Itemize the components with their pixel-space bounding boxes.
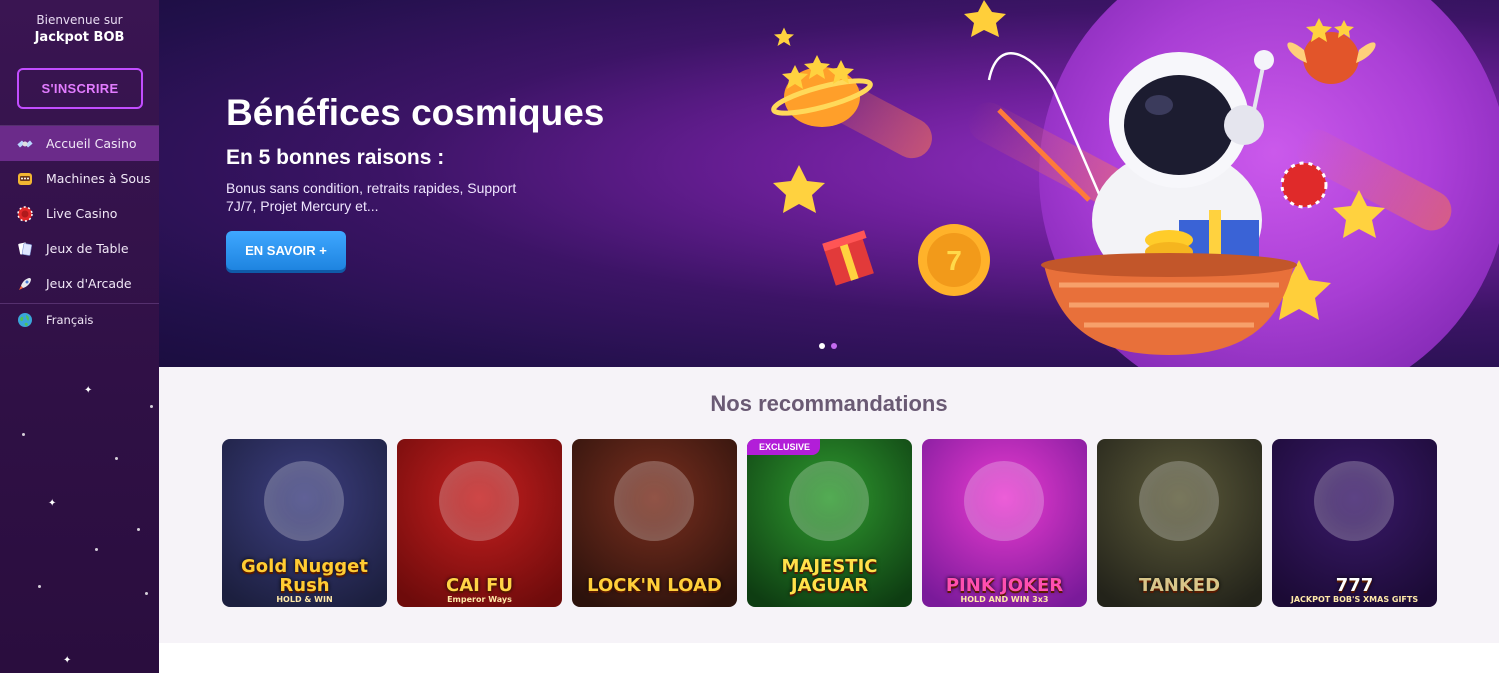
page-footer-space [159, 643, 1499, 673]
game-artwork [1139, 461, 1219, 541]
game-tile[interactable]: 777 JACKPOT BOB'S XMAS GIFTS [1272, 439, 1437, 607]
sidebar-item-accueil-casino[interactable]: Accueil Casino [0, 126, 159, 161]
casino-page: Bienvenue sur Jackpot BOB S'INSCRIRE Acc… [0, 0, 1499, 673]
star-dot [115, 457, 118, 460]
game-artwork [1314, 461, 1394, 541]
star-dot [150, 405, 153, 408]
sidebar-item-jeux-de-table[interactable]: Jeux de Table [0, 231, 159, 266]
welcome-block: Bienvenue sur Jackpot BOB [0, 0, 159, 46]
sparkle-icon: ✦ [84, 385, 93, 396]
sidebar-nav: Accueil Casino Machines à Sous Live Casi… [0, 125, 159, 335]
game-title: PINK JOKER [945, 575, 1064, 596]
rocket-icon [15, 274, 35, 294]
sidebar-item-label: Accueil Casino [46, 136, 137, 151]
sidebar-item-machines-a-sous[interactable]: Machines à Sous [0, 161, 159, 196]
sparkle-icon: ✦ [63, 655, 72, 666]
sidebar-item-label: Live Casino [46, 206, 118, 221]
hero-subtitle: En 5 bonnes raisons : [226, 146, 445, 169]
slot-machine-icon [15, 169, 35, 189]
sidebar-item-label: Jeux de Table [46, 241, 129, 256]
game-subtitle: Emperor Ways [447, 595, 512, 604]
game-artwork [614, 461, 694, 541]
game-tiles: Gold Nugget Rush HOLD & WIN CAI FU Emperor … [222, 439, 1437, 607]
game-tile[interactable]: PINK JOKER HOLD AND WIN 3x3 [922, 439, 1087, 607]
learn-more-button[interactable]: EN SAVOIR + [226, 231, 346, 270]
site-name: Jackpot BOB [34, 30, 125, 45]
game-title: Gold Nugget Rush [241, 556, 368, 596]
game-artwork [789, 461, 869, 541]
satellite-icon [15, 134, 35, 154]
star-dot [137, 528, 140, 531]
star-dot [95, 548, 98, 551]
hero-title: Bénéfices cosmiques [226, 92, 605, 133]
hero-banner: 7 Bénéfices cosmiques En 5 bonnes raison… [159, 0, 1499, 367]
recommendations-section: Nos recommandations Gold Nugget Rush HOLD… [159, 367, 1499, 643]
carousel-dot[interactable] [819, 343, 825, 349]
game-tile[interactable]: CAI FU Emperor Ways [397, 439, 562, 607]
game-tile[interactable]: LOCK'N LOAD [572, 439, 737, 607]
welcome-text: Bienvenue sur [36, 13, 123, 27]
sidebar-item-live-casino[interactable]: Live Casino [0, 196, 159, 231]
game-subtitle: HOLD & WIN [276, 595, 333, 604]
game-artwork [264, 461, 344, 541]
language-label: Français [46, 312, 94, 327]
roulette-chip-icon [15, 204, 35, 224]
game-title: CAI FU [445, 575, 514, 596]
game-subtitle: HOLD AND WIN 3x3 [960, 595, 1049, 604]
globe-icon [15, 310, 35, 330]
sidebar-item-label: Machines à Sous [46, 171, 151, 186]
carousel-dot-active[interactable] [831, 343, 837, 349]
game-title: MAJESTIC JAGUAR [781, 556, 878, 596]
sidebar-item-label: Jeux d'Arcade [46, 276, 132, 291]
star-dot [38, 585, 41, 588]
svg-text:7: 7 [946, 245, 962, 276]
sidebar: Bienvenue sur Jackpot BOB S'INSCRIRE Acc… [0, 0, 159, 673]
hero-description: Bonus sans condition, retraits rapides, … [226, 180, 517, 214]
game-tile[interactable]: Gold Nugget Rush HOLD & WIN [222, 439, 387, 607]
sparkle-icon: ✦ [48, 498, 57, 509]
cards-icon [15, 239, 35, 259]
signup-button[interactable]: S'INSCRIRE [17, 68, 143, 109]
game-title: LOCK'N LOAD [587, 575, 722, 596]
section-title: Nos recommandations [710, 391, 948, 416]
language-selector[interactable]: Français [0, 304, 159, 335]
exclusive-badge: EXCLUSIVE [747, 439, 821, 455]
star-dot [22, 433, 25, 436]
game-artwork [439, 461, 519, 541]
game-tile[interactable]: EXCLUSIVE MAJESTIC JAGUAR [747, 439, 912, 607]
game-tile[interactable]: TANKED [1097, 439, 1262, 607]
sidebar-item-jeux-d-arcade[interactable]: Jeux d'Arcade [0, 266, 159, 301]
astronaut-illustration: 7 [771, 0, 1385, 355]
game-title: 777 [1335, 575, 1374, 596]
star-dot [145, 592, 148, 595]
game-artwork [964, 461, 1044, 541]
game-subtitle: JACKPOT BOB'S XMAS GIFTS [1290, 595, 1419, 604]
carousel-pagination [819, 343, 837, 349]
game-title: TANKED [1138, 575, 1221, 596]
